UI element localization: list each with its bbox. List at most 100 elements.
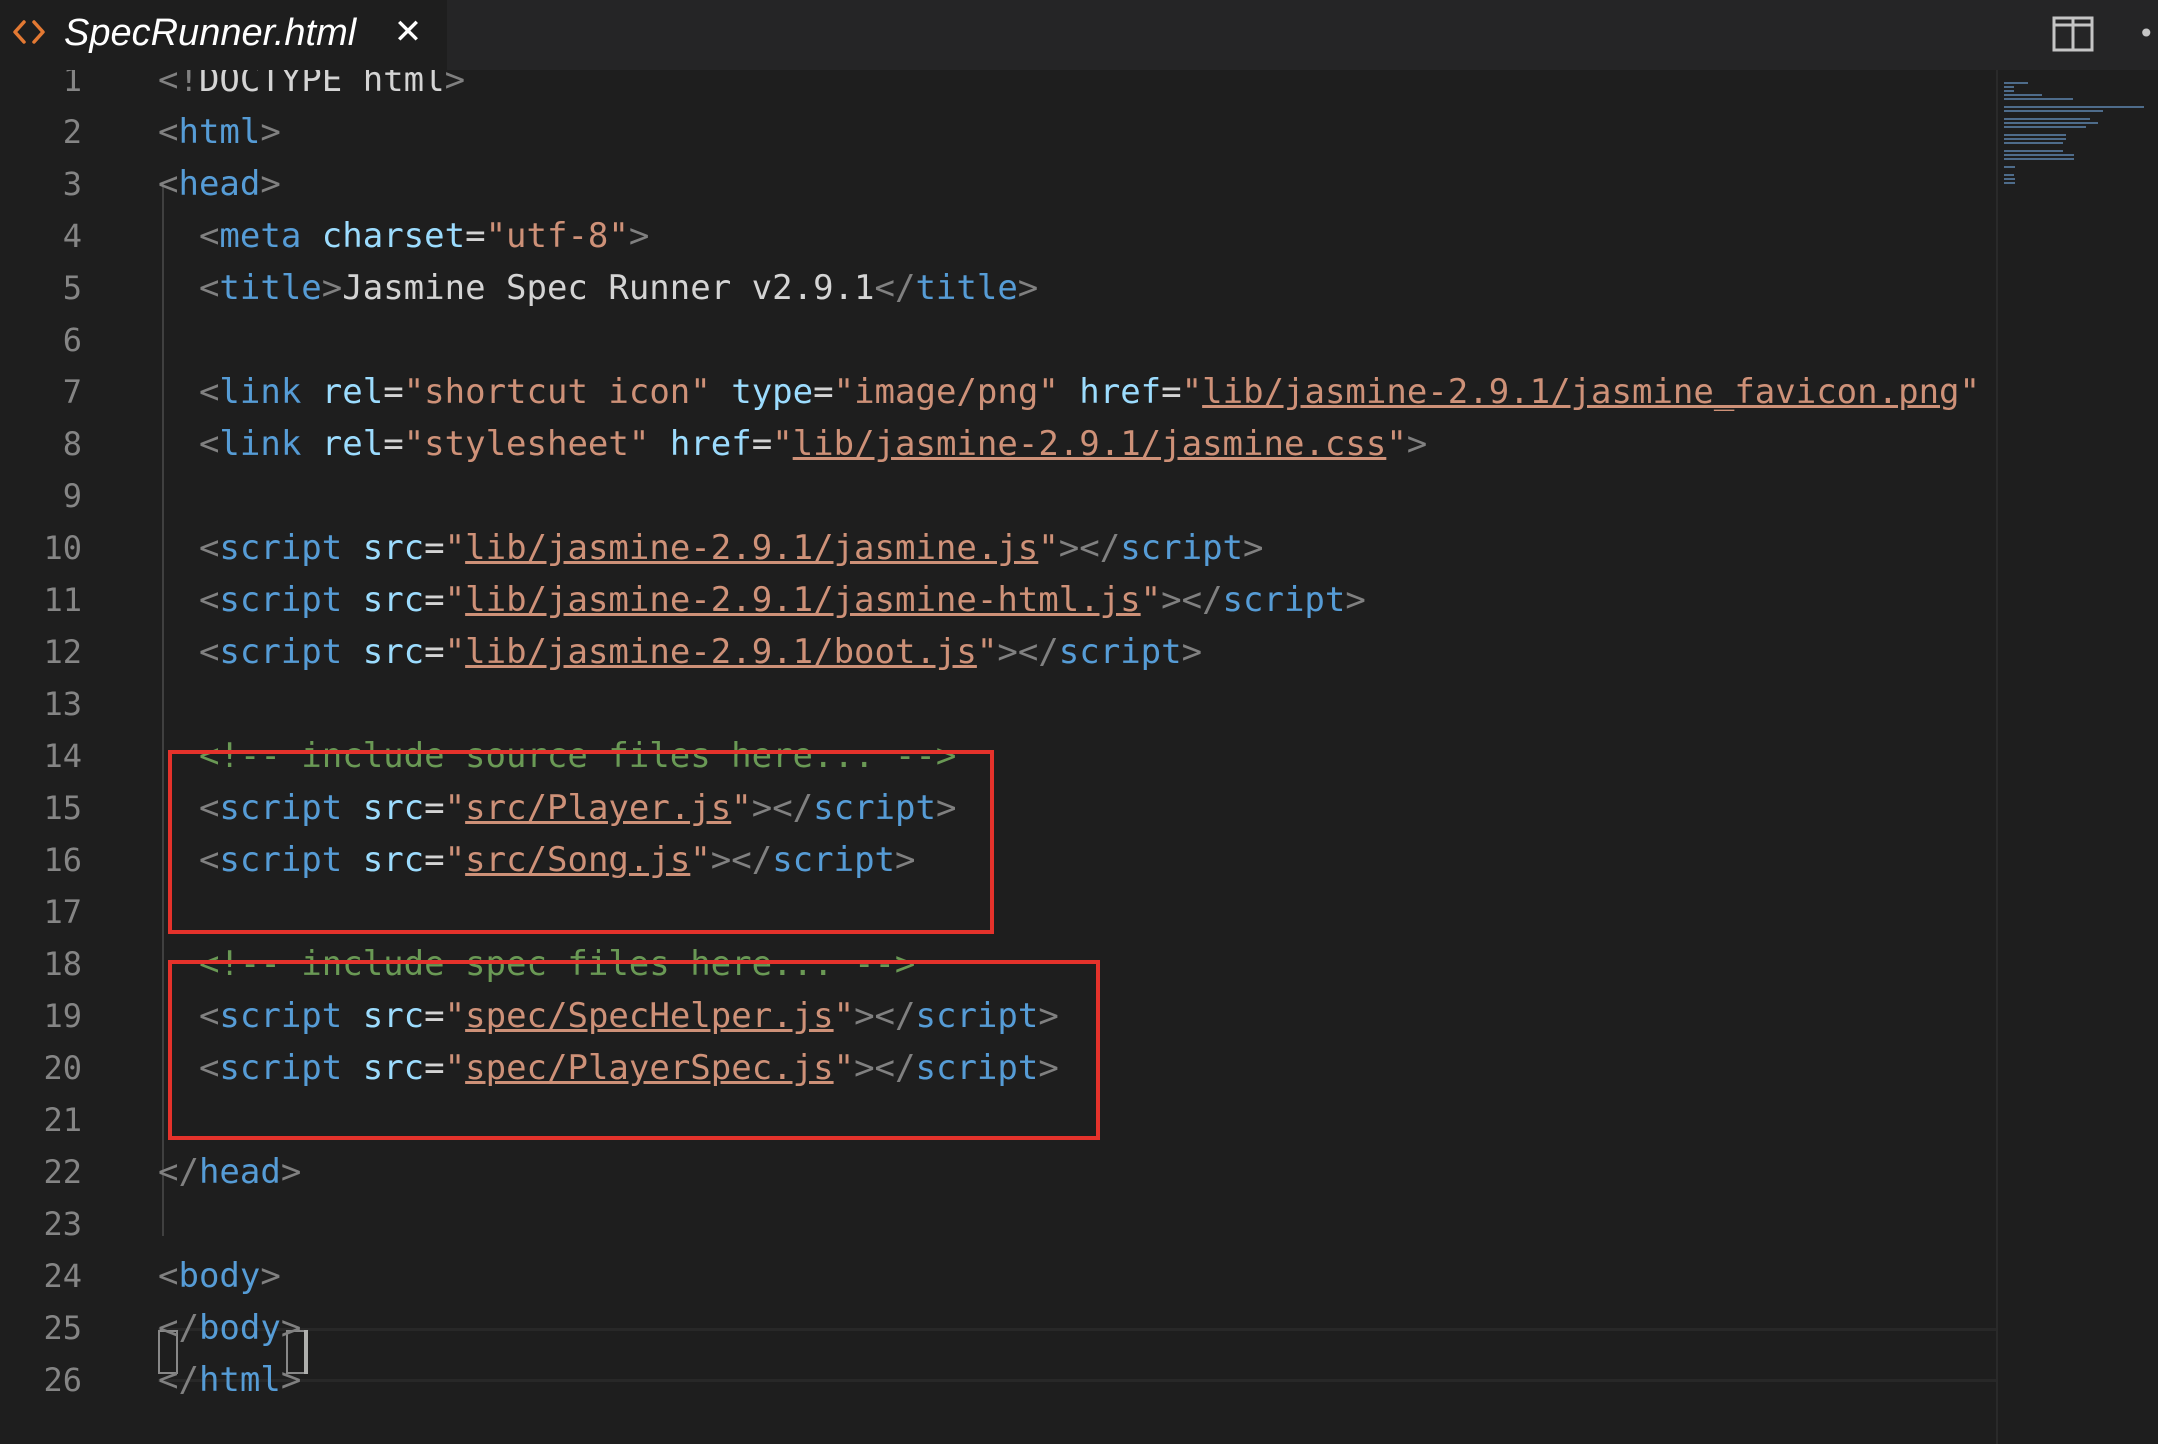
code-token[interactable]: lib/jasmine-2.9.1/boot.js	[465, 632, 977, 672]
code-token: "	[1038, 528, 1059, 568]
minimap-line	[2004, 154, 2075, 156]
code-token[interactable]: lib/jasmine-2.9.1/jasmine.css	[793, 424, 1387, 464]
tab-bar: SpecRunner.html ✕ •	[0, 0, 2158, 70]
minimap-line	[2004, 82, 2028, 84]
text-cursor	[304, 1330, 308, 1374]
line-number: 14	[43, 737, 82, 775]
code-token: <	[158, 632, 220, 672]
code-token: script	[1222, 580, 1346, 620]
code-token: >	[260, 164, 281, 204]
line-number: 7	[62, 373, 82, 411]
minimap-line	[2004, 118, 2091, 120]
tab-title: SpecRunner.html	[64, 12, 357, 54]
code-token: "utf-8"	[485, 216, 629, 256]
code-line[interactable]: <script src="lib/jasmine-2.9.1/jasmine.j…	[158, 522, 1264, 574]
code-line[interactable]: </head>	[158, 1146, 301, 1198]
code-token: "shortcut icon"	[403, 372, 711, 412]
line-number: 2	[62, 113, 82, 151]
code-token: >	[260, 1256, 281, 1296]
line-number: 16	[43, 841, 82, 879]
code-token: script	[219, 632, 343, 672]
minimap-line	[2004, 122, 2099, 124]
minimap-line	[2004, 174, 2014, 176]
code-token: >	[280, 1152, 302, 1192]
minimap-line	[2004, 98, 2073, 100]
code-token: src	[362, 632, 425, 672]
code-token[interactable]: lib/jasmine-2.9.1/jasmine-html.js	[465, 580, 1141, 620]
code-token: meta	[219, 216, 302, 256]
code-token: script	[1120, 528, 1244, 568]
code-line[interactable]: <title>Jasmine Spec Runner v2.9.1</title…	[158, 262, 1038, 314]
line-number: 5	[62, 269, 82, 307]
minimap-line	[2004, 178, 2016, 180]
code-token: <	[158, 1256, 179, 1296]
code-token: =	[813, 372, 834, 412]
code-token: "	[444, 580, 466, 620]
code-token: "	[1959, 372, 1980, 412]
code-token: Jasmine Spec Runner v2.9.1	[342, 268, 875, 308]
code-token: ></	[1161, 580, 1223, 620]
code-line[interactable]: <script src="lib/jasmine-2.9.1/jasmine-h…	[158, 574, 1366, 626]
code-token: >	[1406, 424, 1428, 464]
code-token: head	[178, 164, 261, 204]
line-number: 15	[43, 789, 82, 827]
close-icon[interactable]: ✕	[392, 14, 424, 50]
code-line[interactable]: <link rel="shortcut icon" type="image/pn…	[158, 366, 1980, 418]
code-token: =	[383, 424, 404, 464]
code-editor[interactable]: 1 2 3 4 5 6 7 8 9 10 11 12 13 14 15 16 17 18 19 20 21 22 23 24 2…	[0, 70, 1996, 1444]
code-token: "stylesheet"	[403, 424, 650, 464]
code-token: type	[731, 372, 814, 412]
minimap-line	[2004, 86, 2014, 88]
code-token: >	[280, 1360, 302, 1400]
code-token: body	[178, 1256, 261, 1296]
line-number: 6	[62, 321, 82, 359]
code-token: >	[321, 268, 343, 308]
code-line[interactable]: </body>	[158, 1302, 301, 1354]
line-number: 1	[62, 70, 82, 99]
code-line[interactable]: <script src="lib/jasmine-2.9.1/boot.js">…	[158, 626, 1202, 678]
code-line[interactable]: <link rel="stylesheet" href="lib/jasmine…	[158, 418, 1427, 470]
minimap-line	[2004, 142, 2064, 144]
line-number: 23	[43, 1205, 82, 1243]
code-token: >	[1017, 268, 1039, 308]
line-number: 21	[43, 1101, 82, 1139]
code-line[interactable]: <head>	[158, 158, 281, 210]
code-token: =	[424, 580, 445, 620]
line-number: 17	[43, 893, 82, 931]
line-number: 25	[43, 1309, 82, 1347]
code-line[interactable]: <html>	[158, 106, 281, 158]
minimap[interactable]	[1996, 70, 2158, 1444]
line-number: 4	[62, 217, 82, 255]
code-token: "	[1386, 424, 1407, 464]
more-actions-icon[interactable]: •	[2138, 20, 2158, 48]
code-token: =	[1161, 372, 1182, 412]
line-number: 10	[43, 529, 82, 567]
code-token: body	[198, 1308, 281, 1348]
code-line[interactable]: <!DOCTYPE html>	[158, 70, 465, 106]
minimap-line	[2004, 134, 2067, 136]
code-token: </	[158, 1152, 199, 1192]
code-line[interactable]: <body>	[158, 1250, 281, 1302]
code-token: =	[424, 632, 445, 672]
code-token: html	[198, 1360, 281, 1400]
code-token: src	[362, 580, 425, 620]
minimap-line	[2004, 94, 2043, 96]
code-token: <	[158, 372, 220, 412]
line-number: 24	[43, 1257, 82, 1295]
html-brackets-icon	[13, 20, 45, 44]
code-token: "	[444, 632, 466, 672]
code-token: <	[158, 528, 220, 568]
split-editor-icon[interactable]	[2052, 16, 2094, 52]
code-token[interactable]: lib/jasmine-2.9.1/jasmine.js	[465, 528, 1038, 568]
code-line[interactable]: </html>	[158, 1354, 301, 1406]
tab-specrunner[interactable]: SpecRunner.html ✕	[0, 0, 447, 70]
code-line[interactable]: <meta charset="utf-8">	[158, 210, 649, 262]
code-token: =	[383, 372, 404, 412]
code-token[interactable]: lib/jasmine-2.9.1/jasmine_favicon.png	[1202, 372, 1959, 412]
